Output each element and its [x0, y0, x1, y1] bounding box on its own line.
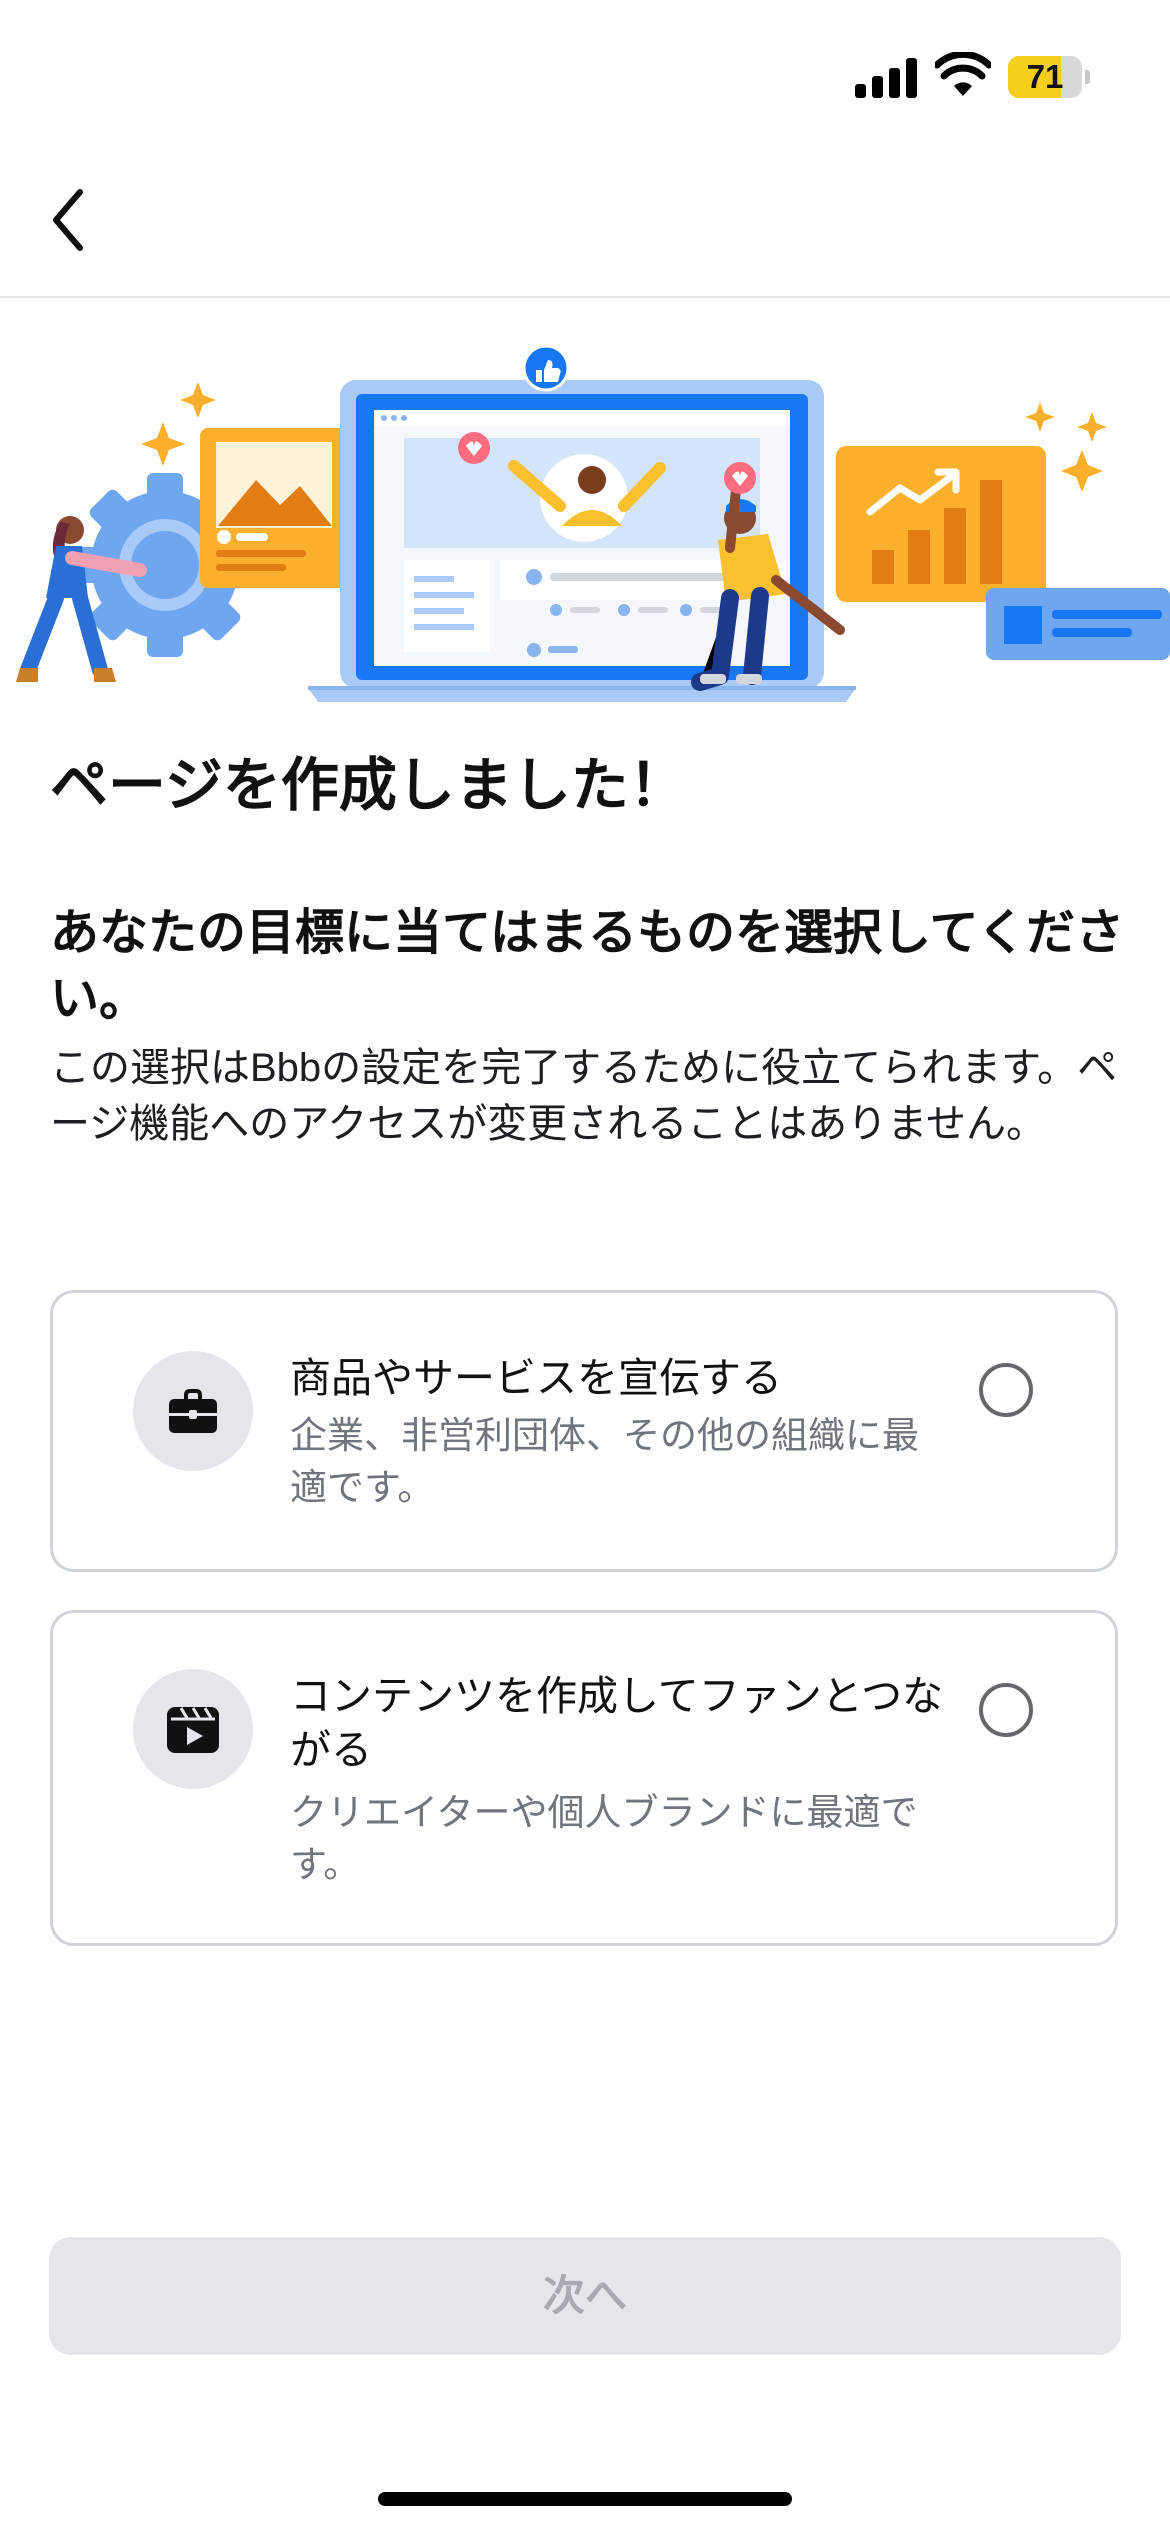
goal-description: この選択はBbbの設定を完了するために役立てられます。ページ機能へのアクセスが変…	[50, 1046, 1118, 1146]
option-radio-button[interactable]	[979, 1683, 1033, 1737]
option-radio-button[interactable]	[979, 1363, 1033, 1417]
goal-question: あなたの目標に当てはまるものを選択してください。	[50, 906, 1125, 1026]
option-card-promote[interactable]: 商品やサービスを宣伝する 企業、非営利団体、その他の組織に最適です。	[50, 1290, 1118, 1572]
page-created-screen: 71 ページを作成しました！ あなたの目標に当てはまるものを選択してください。 …	[0, 0, 1170, 2532]
status-bar: 71	[0, 0, 1170, 150]
thumbs-up-icon	[522, 344, 570, 392]
battery-level: 71	[1026, 58, 1064, 95]
navigation-bar	[0, 150, 1170, 298]
option-icon-wrap	[133, 1351, 253, 1471]
cellular-signal-icon	[855, 58, 917, 98]
option-title: コンテンツを作成してファンとつながる	[290, 1673, 944, 1773]
next-button[interactable]: 次へ	[49, 2237, 1121, 2355]
wifi-icon	[935, 52, 991, 96]
briefcase-icon	[169, 1389, 217, 1433]
home-indicator[interactable]	[378, 2492, 792, 2506]
option-icon-wrap	[133, 1669, 253, 1789]
hero-illustration	[16, 344, 1170, 702]
option-subtitle: クリエイターや個人ブランドに最適です。	[290, 1792, 918, 1885]
option-title: 商品やサービスを宣伝する	[290, 1355, 782, 1401]
page-title: ページを作成しました！	[50, 753, 687, 818]
video-clapperboard-icon	[167, 1707, 219, 1753]
option-subtitle: 企業、非営利団体、その他の組織に最適です。	[290, 1415, 919, 1508]
chevron-left-icon	[53, 189, 83, 251]
back-button[interactable]	[40, 180, 110, 260]
battery-icon: 71	[1008, 56, 1090, 98]
option-card-create-content[interactable]: コンテンツを作成してファンとつながる クリエイターや個人ブランドに最適です。	[50, 1610, 1118, 1946]
